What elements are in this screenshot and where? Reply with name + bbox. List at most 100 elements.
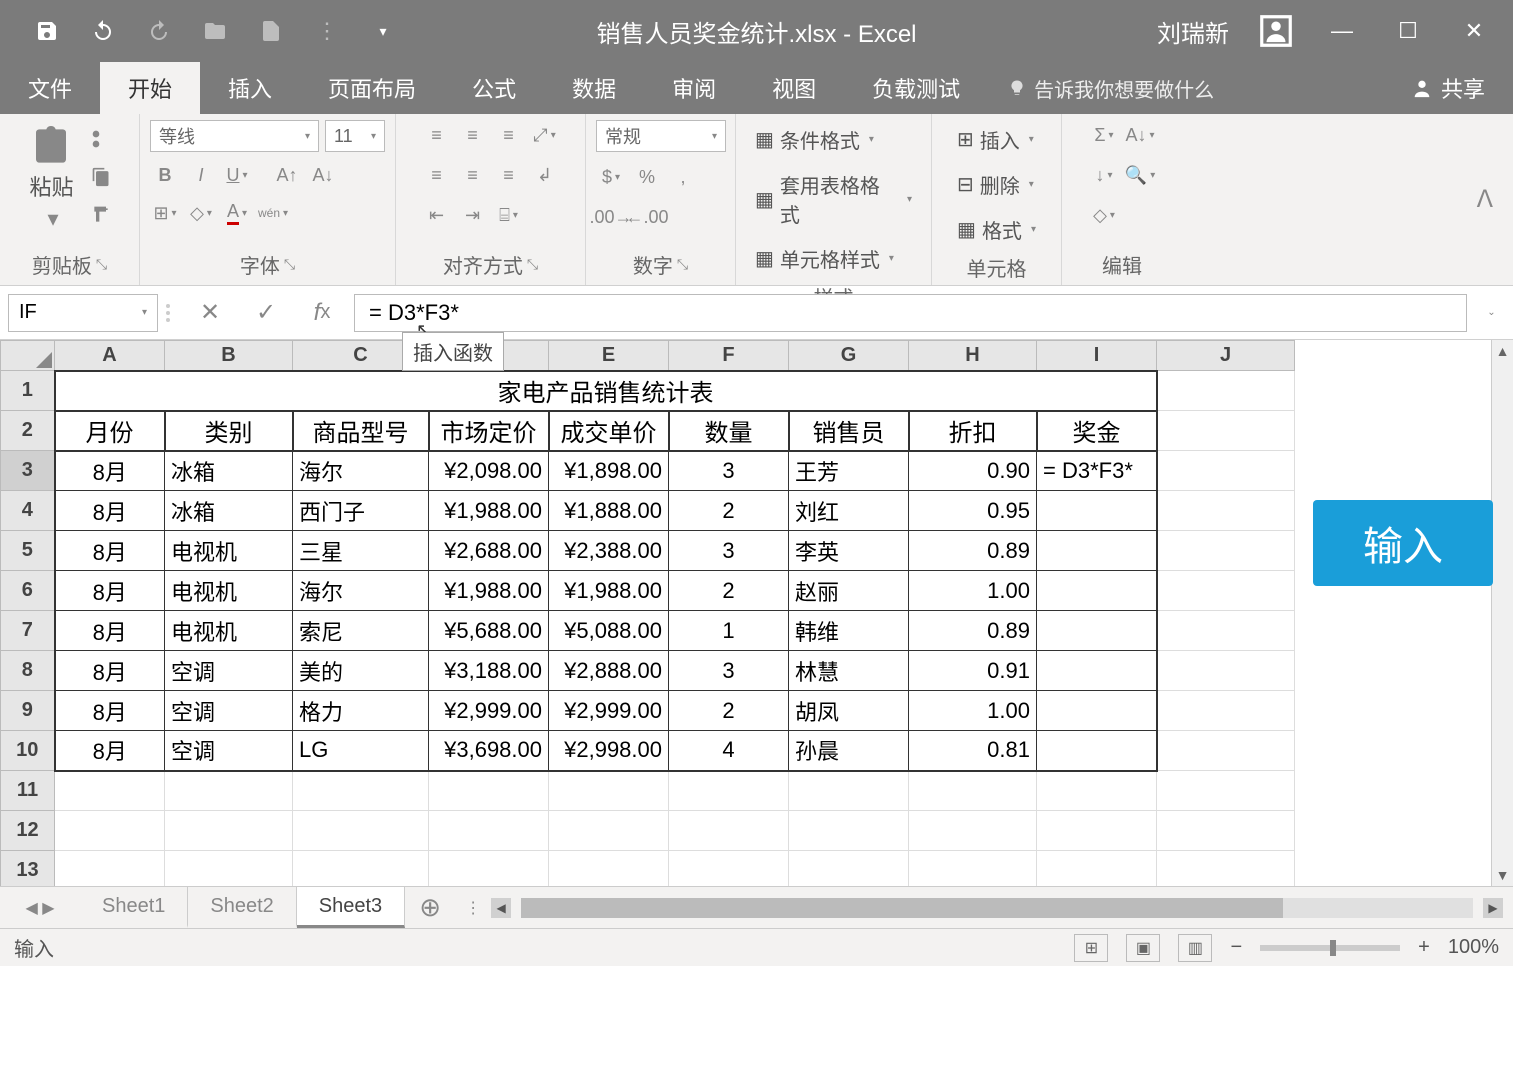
cell-H3[interactable]: 0.90 — [909, 451, 1037, 491]
cell-B7[interactable]: 电视机 — [165, 611, 293, 651]
select-all-corner[interactable] — [1, 341, 55, 371]
cell-I4[interactable] — [1037, 491, 1157, 531]
col-header-J[interactable]: J — [1157, 341, 1295, 371]
header-H[interactable]: 折扣 — [909, 411, 1037, 451]
cell-I6[interactable] — [1037, 571, 1157, 611]
row-header-3[interactable]: 3 — [1, 451, 55, 491]
sheet-nav[interactable]: ◀ ▶ — [0, 887, 80, 928]
tab-loadtest[interactable]: 负载测试 — [844, 62, 988, 114]
cell-B12[interactable] — [165, 811, 293, 851]
cell-A12[interactable] — [55, 811, 165, 851]
new-icon[interactable] — [252, 12, 290, 50]
align-middle-icon[interactable]: ≡ — [458, 120, 488, 150]
row-header-11[interactable]: 11 — [1, 771, 55, 811]
format-painter-icon[interactable] — [86, 200, 116, 230]
cell-A9[interactable]: 8月 — [55, 691, 165, 731]
orientation-icon[interactable]: ⤢▾ — [530, 120, 560, 150]
cell-D8[interactable]: ¥3,188.00 — [429, 651, 549, 691]
row-header-6[interactable]: 6 — [1, 571, 55, 611]
number-format-combo[interactable]: 常规▾ — [596, 120, 726, 152]
cell-G4[interactable]: 刘红 — [789, 491, 909, 531]
cell-E11[interactable] — [549, 771, 669, 811]
cell-H6[interactable]: 1.00 — [909, 571, 1037, 611]
row-header-2[interactable]: 2 — [1, 411, 55, 451]
launcher-icon[interactable]: ⤡ — [677, 256, 688, 273]
copy-icon[interactable] — [86, 162, 116, 192]
scroll-left-icon[interactable]: ◀ — [491, 898, 511, 918]
header-B[interactable]: 类别 — [165, 411, 293, 451]
page-layout-view-icon[interactable]: ▣ — [1126, 934, 1160, 962]
cell-J4[interactable] — [1157, 491, 1295, 531]
cell-C10[interactable]: LG — [293, 731, 429, 771]
increase-decimal-icon[interactable]: .00→ — [596, 202, 626, 232]
cell-A11[interactable] — [55, 771, 165, 811]
clear-icon[interactable]: ◇▾ — [1089, 200, 1119, 230]
cell-H8[interactable]: 0.91 — [909, 651, 1037, 691]
cell-C6[interactable]: 海尔 — [293, 571, 429, 611]
row-header-12[interactable]: 12 — [1, 811, 55, 851]
decrease-font-icon[interactable]: A↓ — [308, 160, 338, 190]
launcher-icon[interactable]: ⤡ — [96, 256, 107, 273]
cell-C8[interactable]: 美的 — [293, 651, 429, 691]
zoom-slider[interactable] — [1260, 945, 1400, 951]
cell-B9[interactable]: 空调 — [165, 691, 293, 731]
cell-H7[interactable]: 0.89 — [909, 611, 1037, 651]
cut-icon[interactable] — [86, 124, 116, 154]
autosum-icon[interactable]: Σ▾ — [1089, 120, 1119, 150]
name-box[interactable]: IF▾ — [8, 294, 158, 332]
percent-icon[interactable]: % — [632, 162, 662, 192]
cell-B3[interactable]: 冰箱 — [165, 451, 293, 491]
cell-B5[interactable]: 电视机 — [165, 531, 293, 571]
wrap-text-icon[interactable]: ↲ — [530, 160, 560, 190]
cell-F13[interactable] — [669, 851, 789, 887]
sheet-tab-3[interactable]: Sheet3 — [297, 887, 405, 928]
cell-E10[interactable]: ¥2,998.00 — [549, 731, 669, 771]
cell-G11[interactable] — [789, 771, 909, 811]
increase-indent-icon[interactable]: ⇥ — [458, 200, 488, 230]
row-header-13[interactable]: 13 — [1, 851, 55, 887]
currency-icon[interactable]: $▾ — [596, 162, 626, 192]
cell-E4[interactable]: ¥1,888.00 — [549, 491, 669, 531]
cancel-formula-icon[interactable]: ✕ — [186, 294, 234, 332]
cell-F9[interactable]: 2 — [669, 691, 789, 731]
redo-icon[interactable] — [140, 12, 178, 50]
cell-D6[interactable]: ¥1,988.00 — [429, 571, 549, 611]
add-sheet-icon[interactable]: ⊕ — [405, 887, 455, 928]
row-header-4[interactable]: 4 — [1, 491, 55, 531]
scroll-down-icon[interactable]: ▼ — [1492, 864, 1513, 886]
cell-J10[interactable] — [1157, 731, 1295, 771]
header-F[interactable]: 数量 — [669, 411, 789, 451]
cell-C3[interactable]: 海尔 — [293, 451, 429, 491]
tab-pagelayout[interactable]: 页面布局 — [300, 62, 444, 114]
zoom-level[interactable]: 100% — [1448, 936, 1499, 959]
phonetic-icon[interactable]: wén▾ — [258, 198, 288, 228]
sheet-tab-1[interactable]: Sheet1 — [80, 887, 188, 928]
qat-dropdown-icon[interactable]: ▾ — [364, 12, 402, 50]
vertical-scrollbar[interactable]: ▲ ▼ — [1491, 340, 1513, 886]
undo-icon[interactable] — [84, 12, 122, 50]
row-header-8[interactable]: 8 — [1, 651, 55, 691]
tab-review[interactable]: 审阅 — [644, 62, 744, 114]
cell-D7[interactable]: ¥5,688.00 — [429, 611, 549, 651]
align-bottom-icon[interactable]: ≡ — [494, 120, 524, 150]
cell-E9[interactable]: ¥2,999.00 — [549, 691, 669, 731]
paste-button[interactable]: 粘贴 ▾ — [23, 120, 79, 238]
cell-F4[interactable]: 2 — [669, 491, 789, 531]
cell-D9[interactable]: ¥2,999.00 — [429, 691, 549, 731]
cell-I12[interactable] — [1037, 811, 1157, 851]
tab-home[interactable]: 开始 — [100, 62, 200, 114]
account-icon[interactable] — [1257, 12, 1295, 50]
col-header-B[interactable]: B — [165, 341, 293, 371]
col-header-G[interactable]: G — [789, 341, 909, 371]
col-header-I[interactable]: I — [1037, 341, 1157, 371]
conditional-format-button[interactable]: ▦条件格式▾ — [746, 120, 883, 159]
cell-C13[interactable] — [293, 851, 429, 887]
fx-icon[interactable]: fx — [298, 294, 346, 332]
align-left-icon[interactable]: ≡ — [422, 160, 452, 190]
decrease-decimal-icon[interactable]: ←.00 — [632, 202, 662, 232]
horizontal-scrollbar[interactable] — [521, 898, 1473, 918]
tell-me-search[interactable]: 告诉我你想要做什么 — [988, 62, 1234, 114]
cell-F6[interactable]: 2 — [669, 571, 789, 611]
zoom-out-icon[interactable]: − — [1230, 936, 1242, 959]
cell-B10[interactable]: 空调 — [165, 731, 293, 771]
